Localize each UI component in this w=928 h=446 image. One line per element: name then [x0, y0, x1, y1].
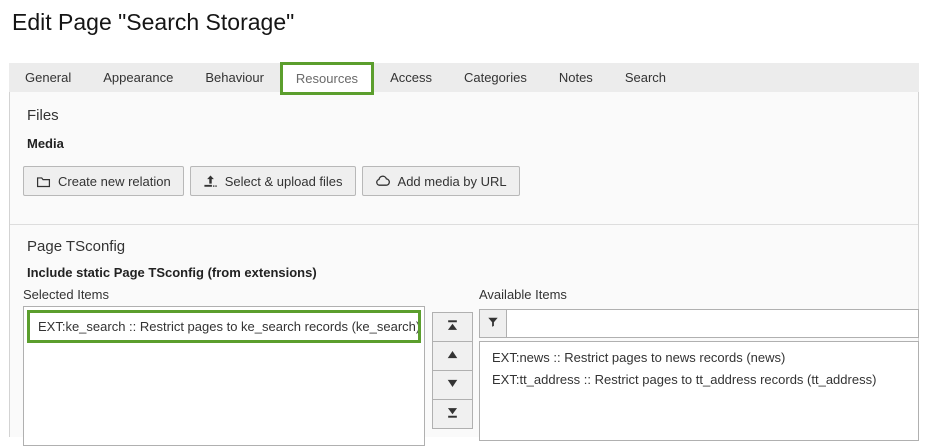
tab-search[interactable]: Search	[609, 63, 682, 92]
tab-bar: General Appearance Behaviour Resources A…	[9, 63, 919, 93]
button-label: Add media by URL	[398, 174, 507, 189]
upload-icon	[203, 174, 218, 189]
tab-behaviour[interactable]: Behaviour	[189, 63, 280, 92]
folder-icon	[36, 174, 51, 189]
filter-icon	[487, 316, 499, 331]
selected-option-ke-search[interactable]: EXT:ke_search :: Restrict pages to ke_se…	[27, 310, 421, 343]
create-new-relation-button[interactable]: Create new relation	[23, 166, 184, 196]
tab-notes[interactable]: Notes	[543, 63, 609, 92]
tab-categories[interactable]: Categories	[448, 63, 543, 92]
add-media-by-url-button[interactable]: Add media by URL	[362, 166, 520, 196]
section-divider	[10, 224, 918, 225]
tab-general[interactable]: General	[9, 63, 87, 92]
cloud-icon	[375, 174, 391, 189]
move-down-button[interactable]	[432, 370, 473, 400]
tsconfig-section-heading: Page TSconfig	[27, 238, 125, 255]
filter-input[interactable]	[506, 309, 919, 338]
filter-button[interactable]	[479, 309, 507, 338]
tab-resources[interactable]: Resources	[280, 62, 374, 95]
tsconfig-field-label: Include static Page TSconfig (from exten…	[27, 265, 317, 280]
files-section-heading: Files	[27, 107, 59, 124]
move-up-button[interactable]	[432, 341, 473, 371]
move-to-bottom-icon	[446, 406, 459, 422]
move-up-icon	[446, 348, 459, 364]
available-items-filter	[479, 309, 919, 338]
available-items-label: Available Items	[479, 287, 567, 302]
move-buttons-column	[432, 312, 473, 429]
content-panel: Files Media Create new relation Select &…	[9, 92, 919, 437]
available-option-tt-address[interactable]: EXT:tt_address :: Restrict pages to tt_a…	[480, 369, 918, 391]
available-items-listbox[interactable]: EXT:news :: Restrict pages to news recor…	[479, 341, 919, 441]
selected-items-listbox[interactable]: EXT:ke_search :: Restrict pages to ke_se…	[23, 306, 425, 446]
selected-items-label: Selected Items	[23, 287, 109, 302]
button-label: Select & upload files	[225, 174, 343, 189]
tab-appearance[interactable]: Appearance	[87, 63, 189, 92]
edit-page-screen: Edit Page "Search Storage" General Appea…	[0, 0, 928, 432]
move-to-top-button[interactable]	[432, 312, 473, 342]
media-button-row: Create new relation Select & upload file…	[23, 166, 520, 196]
select-upload-files-button[interactable]: Select & upload files	[190, 166, 356, 196]
button-label: Create new relation	[58, 174, 171, 189]
media-field-label: Media	[27, 136, 64, 151]
move-to-bottom-button[interactable]	[432, 399, 473, 429]
move-to-top-icon	[446, 319, 459, 335]
tab-access[interactable]: Access	[374, 63, 448, 92]
move-down-icon	[446, 377, 459, 393]
page-title: Edit Page "Search Storage"	[12, 9, 294, 36]
available-option-news[interactable]: EXT:news :: Restrict pages to news recor…	[480, 347, 918, 369]
